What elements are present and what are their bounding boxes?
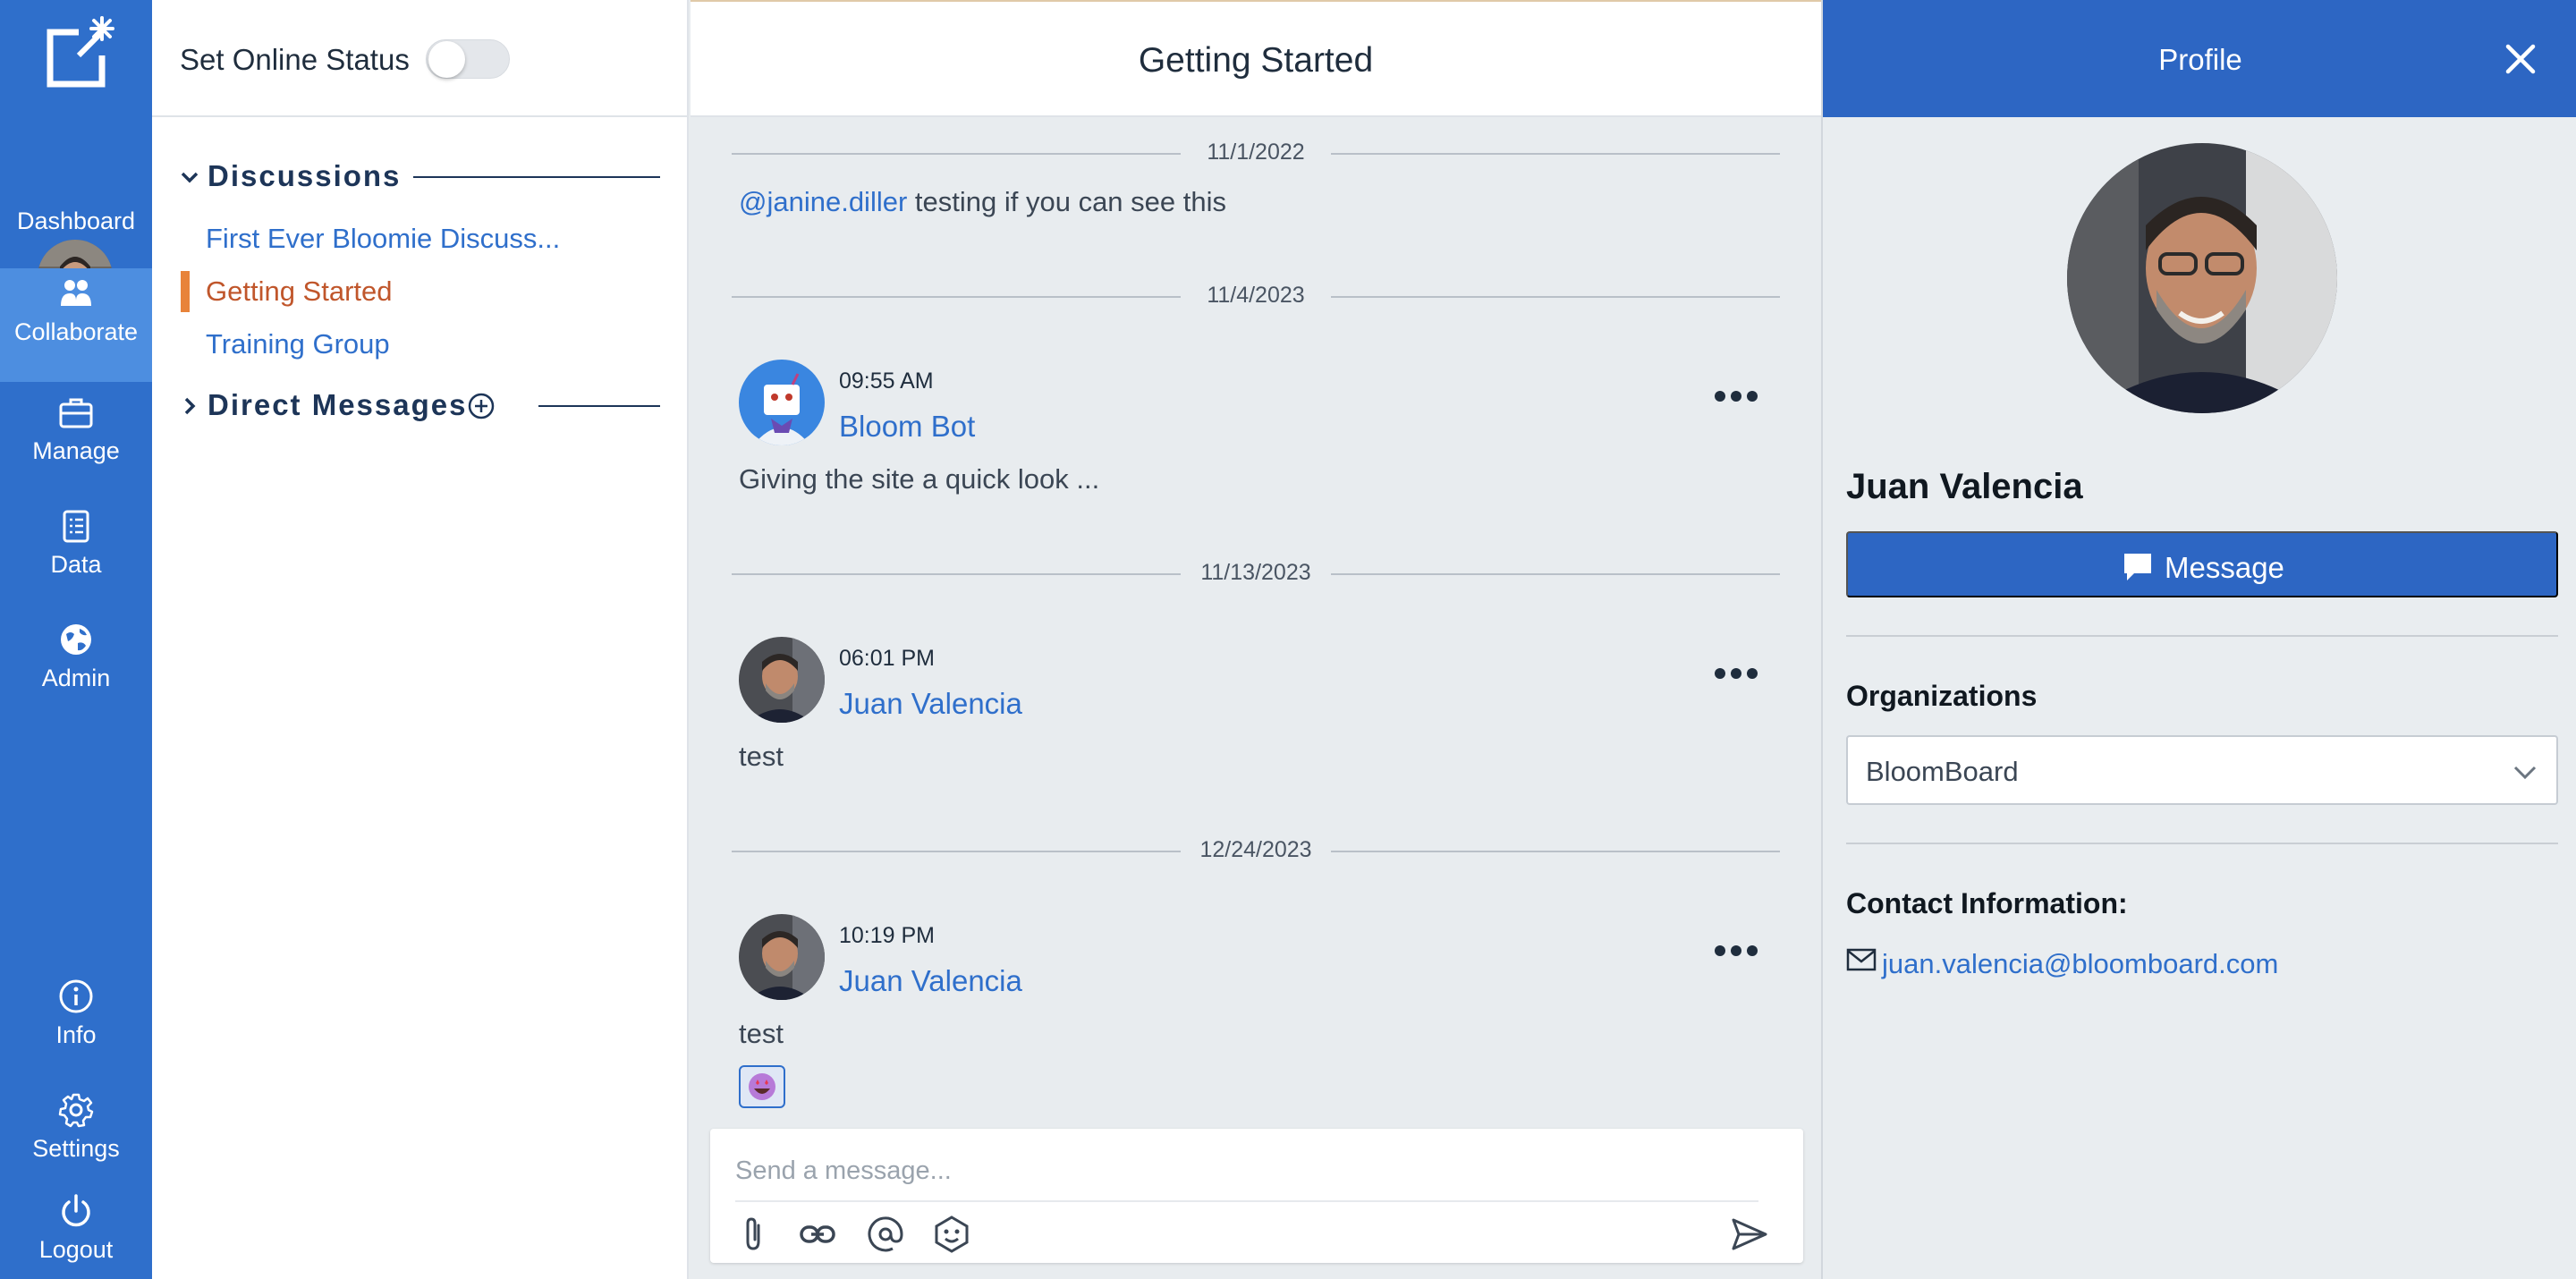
- mention-icon[interactable]: [866, 1215, 905, 1254]
- nav-label-collaborate: Collaborate: [13, 318, 139, 345]
- nav-data[interactable]: Data: [0, 496, 152, 594]
- date-divider: 12/24/2023: [732, 837, 1780, 864]
- organizations-label: Organizations: [1846, 680, 2038, 712]
- nav-settings[interactable]: Settings: [0, 1080, 152, 1178]
- online-status-bar: Set Online Status: [152, 0, 689, 117]
- composer-divider: [735, 1200, 1758, 1202]
- organization-selected-value: BloomBoard: [1866, 756, 2019, 787]
- nav-admin[interactable]: Admin: [0, 609, 152, 707]
- nav-label-info: Info: [55, 1021, 97, 1048]
- chat-header: Getting Started: [691, 0, 1821, 117]
- chat-title: Getting Started: [1138, 41, 1374, 80]
- gear-icon: [58, 1093, 94, 1128]
- profile-name: Juan Valencia: [1846, 467, 2083, 506]
- message-button-label: Message: [2165, 551, 2284, 584]
- app-logo-icon[interactable]: [43, 14, 120, 91]
- nav-logout[interactable]: Logout: [0, 1181, 152, 1279]
- globe-icon: [61, 624, 91, 655]
- message-text: test: [739, 741, 784, 772]
- chevron-right-icon: [184, 397, 196, 415]
- message-time: 10:19 PM: [839, 923, 936, 948]
- nav-dashboard[interactable]: Dashboard: [0, 116, 152, 315]
- discussions-label: Discussions: [208, 159, 402, 192]
- people-icon: [61, 280, 91, 306]
- chevron-down-icon: [181, 172, 199, 183]
- discussions-header[interactable]: Discussions: [179, 159, 662, 195]
- nav-label-admin: Admin: [41, 665, 111, 691]
- clipboard-icon: [63, 510, 89, 543]
- message-body: testing if you can see this: [907, 186, 1226, 217]
- nav-label-logout: Logout: [38, 1236, 114, 1263]
- contact-info-label: Contact Information:: [1846, 887, 2128, 919]
- nav-label-manage: Manage: [32, 437, 120, 464]
- author-avatar[interactable]: [739, 914, 825, 1000]
- divider: [413, 176, 660, 178]
- message-author[interactable]: Juan Valencia: [839, 687, 1022, 721]
- envelope-icon: [1846, 948, 1877, 971]
- emoji-icon[interactable]: [932, 1215, 971, 1254]
- author-avatar[interactable]: [739, 637, 825, 723]
- nav-label-settings: Settings: [32, 1135, 120, 1162]
- close-icon[interactable]: [2501, 39, 2540, 79]
- chat-panel: Getting Started 11/1/2022 @janine.diller…: [691, 0, 1821, 1279]
- emoji-reaction[interactable]: [739, 1065, 785, 1108]
- attachment-icon[interactable]: [735, 1215, 775, 1254]
- briefcase-icon: [59, 398, 93, 428]
- profile-title: Profile: [2158, 43, 2242, 76]
- chat-bubble-icon: [2124, 554, 2151, 580]
- message-time: 06:01 PM: [839, 646, 936, 671]
- message-text: Giving the site a quick look ...: [739, 463, 1100, 495]
- channel-training-group[interactable]: Training Group: [206, 328, 390, 360]
- online-status-label: Set Online Status: [180, 43, 410, 76]
- star-struck-emoji-icon: [749, 1073, 775, 1100]
- divider: [1846, 843, 2558, 844]
- nav-label-dashboard: Dashboard: [16, 208, 136, 234]
- bot-avatar[interactable]: [739, 360, 825, 445]
- more-options-icon[interactable]: [1714, 390, 1758, 402]
- direct-messages-header[interactable]: Direct Messages: [179, 388, 662, 424]
- active-channel-marker: [181, 271, 190, 312]
- date-divider: 11/1/2022: [732, 140, 1780, 166]
- link-icon[interactable]: [798, 1215, 837, 1254]
- add-direct-message-icon[interactable]: [467, 392, 496, 420]
- nav-info[interactable]: Info: [0, 966, 152, 1064]
- power-icon: [62, 1194, 90, 1227]
- divider: [538, 405, 660, 407]
- channel-getting-started[interactable]: Getting Started: [206, 275, 393, 308]
- profile-photo: [2067, 143, 2337, 413]
- date-divider: 11/13/2023: [732, 560, 1780, 587]
- toggle-knob: [428, 41, 465, 78]
- message-text: @janine.diller testing if you can see th…: [739, 186, 1226, 218]
- email-link[interactable]: juan.valencia@bloomboard.com: [1882, 948, 2278, 980]
- profile-header: Profile: [1823, 0, 2576, 117]
- message-input[interactable]: [735, 1148, 1737, 1193]
- more-options-icon[interactable]: [1714, 667, 1758, 680]
- message-text: test: [739, 1018, 784, 1049]
- message-author[interactable]: Juan Valencia: [839, 964, 1022, 998]
- more-options-icon[interactable]: [1714, 944, 1758, 957]
- organization-select[interactable]: BloomBoard: [1846, 735, 2558, 805]
- nav-manage[interactable]: Manage: [0, 382, 152, 480]
- direct-messages-label: Direct Messages: [208, 388, 468, 421]
- message-author[interactable]: Bloom Bot: [839, 410, 975, 444]
- nav-rail: Dashboard Collaborate Manage Data Admin: [0, 0, 152, 1279]
- channel-sidebar: Set Online Status Discussions First Ever…: [152, 0, 689, 1279]
- chevron-down-icon: [2513, 766, 2537, 780]
- message-time: 09:55 AM: [839, 368, 934, 394]
- channel-first-ever-bloomie[interactable]: First Ever Bloomie Discuss...: [206, 223, 560, 255]
- profile-panel: Profile Juan Valencia Message Organizati…: [1821, 0, 2576, 1279]
- message-button[interactable]: Message: [1846, 531, 2558, 597]
- date-divider: 11/4/2023: [732, 283, 1780, 309]
- online-status-toggle[interactable]: [426, 39, 510, 79]
- send-icon[interactable]: [1730, 1215, 1769, 1254]
- divider: [1846, 635, 2558, 637]
- nav-collaborate[interactable]: Collaborate: [0, 268, 152, 382]
- message-composer: [710, 1129, 1803, 1263]
- nav-label-data: Data: [50, 551, 102, 578]
- info-icon: [59, 979, 93, 1013]
- user-mention[interactable]: @janine.diller: [739, 186, 907, 217]
